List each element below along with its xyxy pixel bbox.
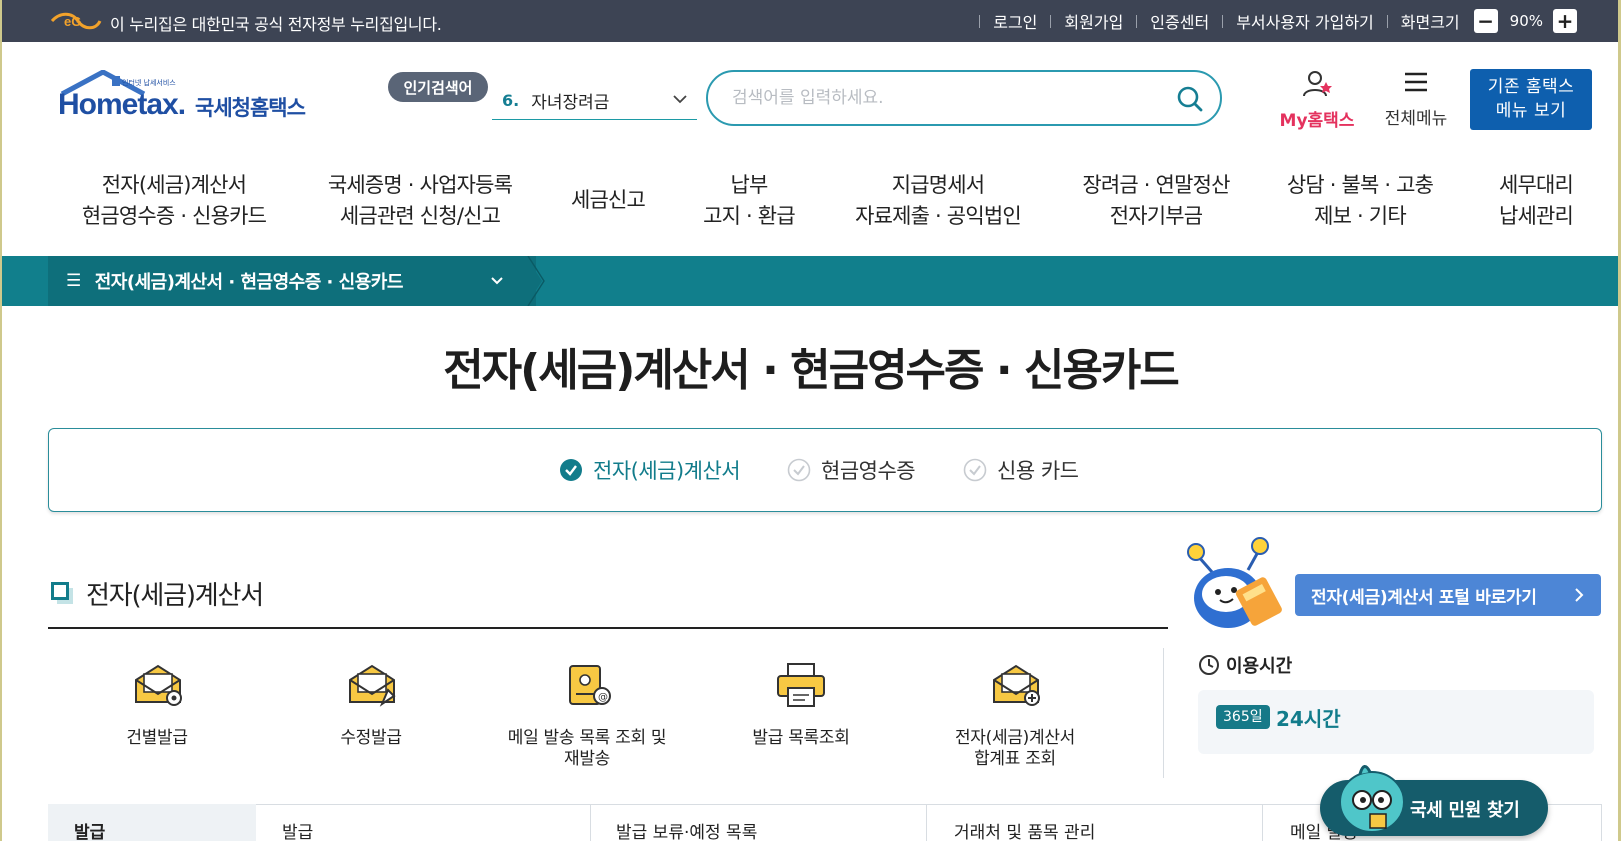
hometax-logo[interactable]: 인터넷 납세서비스 Hometax. 국세청홈택스 — [52, 70, 312, 134]
bottom-tab-issue[interactable]: 발급 — [74, 818, 105, 841]
usage-time-title: 이용시간 — [1198, 652, 1292, 678]
gnb-item-einvoice[interactable]: 전자(세금)계산서 현금영수증 · 신용카드 — [64, 170, 284, 232]
search-box — [706, 70, 1222, 126]
quick-issue-list[interactable]: 발급 목록조회 — [696, 660, 906, 749]
zoom-level: 90% — [1509, 12, 1543, 30]
envelope-plus-icon — [993, 664, 1040, 706]
my-hometax-button[interactable]: My홈택스 — [1275, 70, 1359, 131]
quick-mail-list[interactable]: @ 메일 발송 목록 조회 및 재발송 — [482, 660, 692, 770]
breadcrumb-current[interactable]: ☰ 전자(세금)계산서 · 현금영수증 · 신용카드 — [48, 256, 536, 306]
logo-tagline: 인터넷 납세서비스 — [122, 79, 176, 87]
all-menu-label: 전체메뉴 — [1384, 109, 1448, 129]
envelope-gear-icon — [135, 664, 182, 706]
screen-size-label: 화면크기 — [1400, 13, 1460, 32]
gnb-item-consultation[interactable]: 상담 · 불복 · 고충 제보 · 기타 — [1270, 170, 1450, 232]
logo-english: Hometax. — [58, 88, 186, 121]
gnb-item-certificates[interactable]: 국세증명 · 사업자등록 세금관련 신청/신고 — [310, 170, 530, 232]
printer-icon — [777, 663, 825, 707]
chevron-down-icon — [673, 95, 687, 104]
usage-days-badge: 365일 — [1216, 705, 1270, 729]
tab-cash-receipt[interactable]: 현금영수증 — [787, 455, 916, 485]
section-marker-icon — [51, 582, 69, 600]
bottom-link-pending[interactable]: 발급 보류·예정 목록 — [616, 818, 757, 841]
clock-icon — [1199, 655, 1219, 675]
logo-korean: 국세청홈택스 — [195, 96, 306, 120]
signup-link[interactable]: 회원가입 — [1064, 9, 1123, 33]
gnb-item-payment-statement[interactable]: 지급명세서 자료제출 · 공익법인 — [838, 170, 1038, 232]
gnb-item-tax-agent[interactable]: 세무대리 납세관리 — [1474, 170, 1598, 232]
legacy-menu-line2: 메뉴 보기 — [1495, 101, 1567, 121]
zoom-out-button[interactable]: − — [1473, 9, 1498, 33]
einvoice-portal-button[interactable]: 전자(세금)계산서 포털 바로가기 — [1295, 574, 1601, 616]
vertical-divider — [1163, 648, 1164, 778]
envelope-edit-icon — [349, 664, 396, 707]
section-divider — [48, 627, 1168, 629]
bottom-link-issue[interactable]: 발급 — [282, 818, 313, 841]
breadcrumb-bar: ☰ 전자(세금)계산서 · 현금영수증 · 신용카드 — [0, 256, 1621, 306]
hamburger-menu-icon — [1405, 72, 1427, 92]
list-icon: ☰ — [66, 271, 81, 291]
tab-credit-card[interactable]: 신용 카드 — [963, 455, 1079, 485]
bottom-link-partners[interactable]: 거래처 및 품목 관리 — [954, 818, 1095, 841]
page-title: 전자(세금)계산서 · 현금영수증 · 신용카드 — [443, 345, 1180, 396]
dept-user-signup-link[interactable]: 부서사용자 가입하기 — [1236, 9, 1374, 33]
breadcrumb-separator-icon — [526, 256, 545, 306]
login-link[interactable]: 로그인 — [993, 9, 1037, 33]
my-hometax-label: My홈택스 — [1279, 111, 1355, 131]
main-navigation: 전자(세금)계산서 현금영수증 · 신용카드 국세증명 · 사업자등록 세금관련 신… — [0, 160, 1621, 256]
check-circle-outline-icon — [963, 458, 987, 482]
usage-time-box: 365일 24시간 — [1198, 690, 1594, 754]
legacy-menu-button[interactable]: 기존 홈택스 메뉴 보기 — [1470, 69, 1592, 130]
all-menu-button[interactable]: 전체메뉴 — [1378, 70, 1454, 129]
gov-notice-text: 이 누리집은 대한민국 공식 전자정부 누리집입니다. — [110, 15, 442, 34]
svg-text:@: @ — [598, 692, 608, 703]
mail-scroll-icon: @ — [569, 665, 611, 705]
search-input[interactable] — [732, 84, 1152, 112]
chevron-down-icon — [491, 277, 503, 285]
user-star-icon — [1303, 71, 1332, 97]
utility-menu: 로그인 회원가입 인증센터 부서사용자 가입하기 화면크기 − 90% + — [966, 0, 1577, 42]
section-title: 전자(세금)계산서 — [86, 581, 264, 611]
popular-keyword: 자녀장려금 — [531, 93, 610, 113]
usage-hours: 24시간 — [1276, 707, 1341, 731]
check-circle-filled-icon — [560, 459, 582, 481]
cert-center-link[interactable]: 인증센터 — [1150, 9, 1209, 33]
breadcrumb-label: 전자(세금)계산서 · 현금영수증 · 신용카드 — [94, 272, 404, 293]
popular-search-badge: 인기검색어 — [388, 72, 488, 102]
popular-search-select[interactable]: 6. 자녀장려금 — [492, 82, 697, 120]
gnb-item-incentives[interactable]: 장려금 · 연말정산 전자기부금 — [1066, 170, 1246, 232]
gov-notice-bar: eG 이 누리집은 대한민국 공식 전자정부 누리집입니다. 로그인 회원가입 … — [0, 0, 1621, 42]
chevron-right-icon — [1575, 588, 1584, 602]
mascot-robot-icon — [1187, 537, 1282, 628]
search-icon[interactable] — [1176, 85, 1204, 113]
mascot-character-icon — [1339, 765, 1405, 833]
zoom-in-button[interactable]: + — [1553, 9, 1577, 33]
gnb-item-tax-filing[interactable]: 세금신고 — [556, 185, 660, 216]
popular-rank: 6. — [502, 91, 520, 110]
egov-logo-icon: eG — [50, 12, 102, 30]
check-circle-outline-icon — [787, 458, 811, 482]
quick-issue-single[interactable]: 건별발급 — [52, 660, 262, 749]
tab-einvoice[interactable]: 전자(세금)계산서 — [559, 455, 741, 485]
svg-text:eG: eG — [64, 14, 81, 29]
legacy-menu-line1: 기존 홈택스 — [1487, 77, 1575, 97]
gnb-item-payment[interactable]: 납부 고지 · 환급 — [686, 170, 812, 232]
quick-issue-revision[interactable]: 수정발급 — [266, 660, 476, 749]
category-tab-box: 전자(세금)계산서 현금영수증 신용 카드 — [48, 428, 1602, 512]
quick-summary-lookup[interactable]: 전자(세금)계산서 합계표 조회 — [910, 660, 1120, 770]
